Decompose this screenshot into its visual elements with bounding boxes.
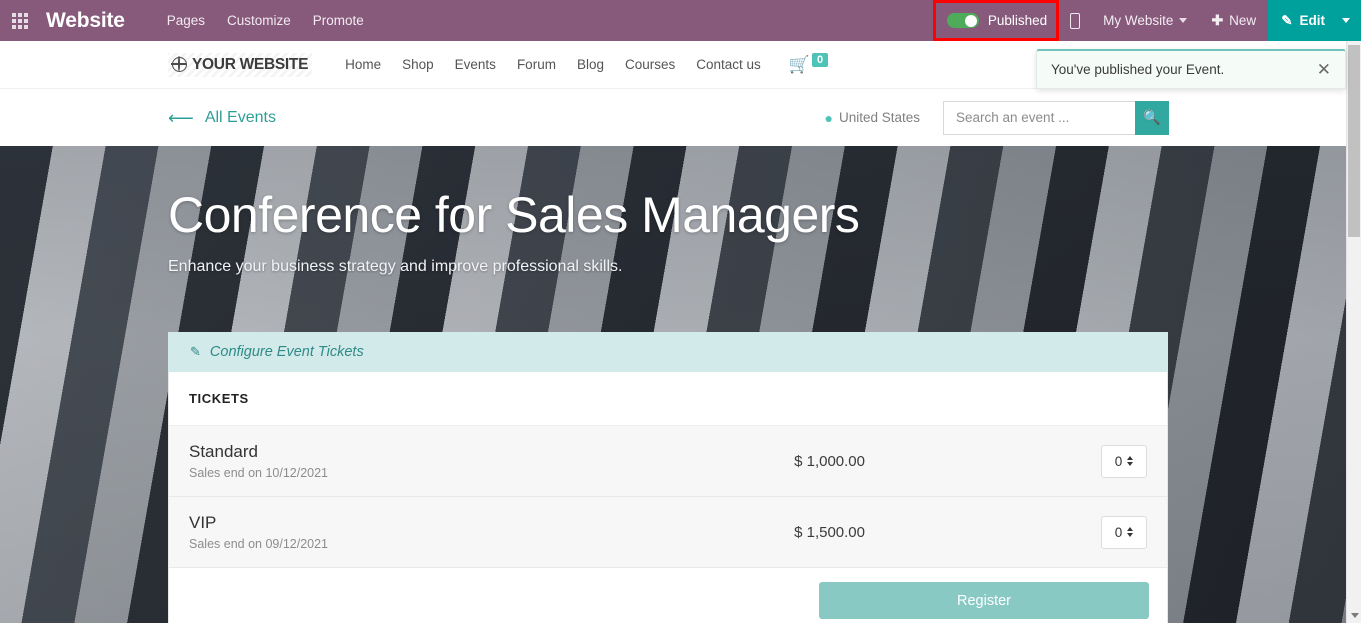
arrow-left-icon: ⟵ — [168, 107, 194, 128]
register-row: Register — [169, 568, 1167, 623]
top-menu: Pages Customize Promote — [167, 13, 364, 28]
ticket-name: Standard — [189, 441, 258, 461]
search-icon: 🔍 — [1143, 109, 1161, 125]
search-button[interactable]: 🔍 — [1135, 100, 1169, 135]
shopping-cart-icon: 🛒 — [788, 55, 810, 74]
new-button[interactable]: ✚ New — [1199, 0, 1268, 41]
event-hero: Conference for Sales Managers Enhance yo… — [0, 146, 1346, 623]
website-logo-text: YOUR WEBSITE — [192, 55, 309, 73]
nav-link-shop[interactable]: Shop — [402, 57, 434, 72]
apps-grid-icon[interactable] — [4, 0, 36, 41]
website-frame: YOUR WEBSITE Home Shop Events Forum Blog… — [0, 41, 1346, 623]
nav-link-forum[interactable]: Forum — [517, 57, 556, 72]
globe-icon — [171, 56, 187, 72]
notification-toast: You've published your Event. ✕ — [1036, 49, 1346, 89]
mobile-preview-icon[interactable] — [1059, 0, 1091, 41]
scrollbar-thumb[interactable] — [1348, 45, 1360, 237]
ticket-info: Standard Sales end on 10/12/2021 — [189, 442, 328, 480]
edit-dropdown-button[interactable] — [1338, 0, 1361, 41]
table-row: VIP Sales end on 09/12/2021 $ 1,500.00 0 — [169, 497, 1167, 568]
notification-message: You've published your Event. — [1051, 62, 1225, 77]
edit-button-label: Edit — [1299, 13, 1326, 28]
table-row: Standard Sales end on 10/12/2021 $ 1,000… — [169, 426, 1167, 497]
ticket-price: $ 1,000.00 — [794, 452, 865, 470]
plus-icon: ✚ — [1211, 12, 1224, 28]
map-pin-icon: ● — [824, 109, 833, 126]
events-toolbar-right: ● United States 🔍 — [824, 100, 1169, 135]
app-title[interactable]: Website — [46, 9, 125, 33]
search-input[interactable] — [943, 100, 1135, 135]
website-logo[interactable]: YOUR WEBSITE — [168, 52, 313, 77]
publish-switch[interactable] — [946, 13, 979, 28]
register-button[interactable]: Register — [819, 582, 1149, 619]
publish-label: Published — [987, 13, 1048, 28]
new-button-label: New — [1229, 13, 1257, 28]
events-toolbar: ⟵ All Events ● United States 🔍 — [0, 89, 1346, 146]
configure-event-tickets-link[interactable]: ✎ Configure Event Tickets — [168, 332, 1168, 372]
pencil-icon: ✎ — [190, 344, 201, 359]
ticket-sales-end: Sales end on 10/12/2021 — [189, 466, 329, 481]
ticket-name: VIP — [189, 512, 217, 532]
pencil-icon: ✎ — [1281, 12, 1293, 28]
menu-item-promote[interactable]: Promote — [313, 13, 364, 28]
website-nav-links: Home Shop Events Forum Blog Courses Cont… — [345, 57, 761, 72]
publish-switch-knob — [965, 14, 978, 27]
close-icon[interactable]: ✕ — [1317, 61, 1331, 78]
edit-button[interactable]: ✎ Edit — [1268, 0, 1338, 41]
chevron-updown-icon — [1127, 527, 1134, 537]
quantity-value: 0 — [1114, 524, 1123, 540]
chevron-updown-icon — [1127, 456, 1134, 466]
event-search: 🔍 — [943, 100, 1169, 135]
scroll-down-arrow-icon[interactable] — [1351, 613, 1359, 618]
country-filter-label: United States — [838, 110, 920, 125]
website-selector[interactable]: My Website — [1091, 0, 1199, 41]
country-filter[interactable]: ● United States — [824, 110, 920, 126]
odoo-top-bar: Website Pages Customize Promote Publishe… — [0, 0, 1361, 41]
chevron-down-icon — [1342, 18, 1350, 23]
quantity-stepper[interactable]: 0 — [1101, 444, 1147, 478]
chevron-down-icon — [1179, 18, 1188, 23]
tickets-heading: TICKETS — [169, 372, 1167, 426]
ticket-price: $ 1,500.00 — [794, 523, 865, 541]
publish-toggle[interactable]: Published — [932, 0, 1060, 41]
menu-item-customize[interactable]: Customize — [227, 13, 291, 28]
nav-link-contact-us[interactable]: Contact us — [696, 57, 761, 72]
menu-item-pages[interactable]: Pages — [167, 13, 205, 28]
cart-button[interactable]: 🛒 0 — [788, 52, 829, 77]
nav-link-courses[interactable]: Courses — [625, 57, 675, 72]
quantity-value: 0 — [1114, 453, 1123, 469]
all-events-label: All Events — [204, 108, 276, 126]
tickets-card: TICKETS Standard Sales end on 10/12/2021… — [168, 372, 1168, 623]
ticket-info: VIP Sales end on 09/12/2021 — [189, 513, 328, 551]
event-subtitle: Enhance your business strategy and impro… — [168, 258, 623, 275]
website-selector-label: My Website — [1103, 13, 1174, 28]
all-events-back-link[interactable]: ⟵ All Events — [168, 109, 276, 127]
configure-event-tickets-label: Configure Event Tickets — [209, 344, 364, 360]
ticket-section: ✎ Configure Event Tickets TICKETS Standa… — [168, 332, 1168, 623]
ticket-sales-end: Sales end on 09/12/2021 — [189, 537, 329, 552]
quantity-stepper[interactable]: 0 — [1101, 515, 1147, 549]
event-title: Conference for Sales Managers — [168, 187, 860, 243]
vertical-scrollbar[interactable] — [1346, 41, 1361, 623]
nav-link-events[interactable]: Events — [455, 57, 496, 72]
nav-link-blog[interactable]: Blog — [577, 57, 604, 72]
nav-link-home[interactable]: Home — [345, 57, 381, 72]
cart-count-badge: 0 — [811, 52, 829, 67]
